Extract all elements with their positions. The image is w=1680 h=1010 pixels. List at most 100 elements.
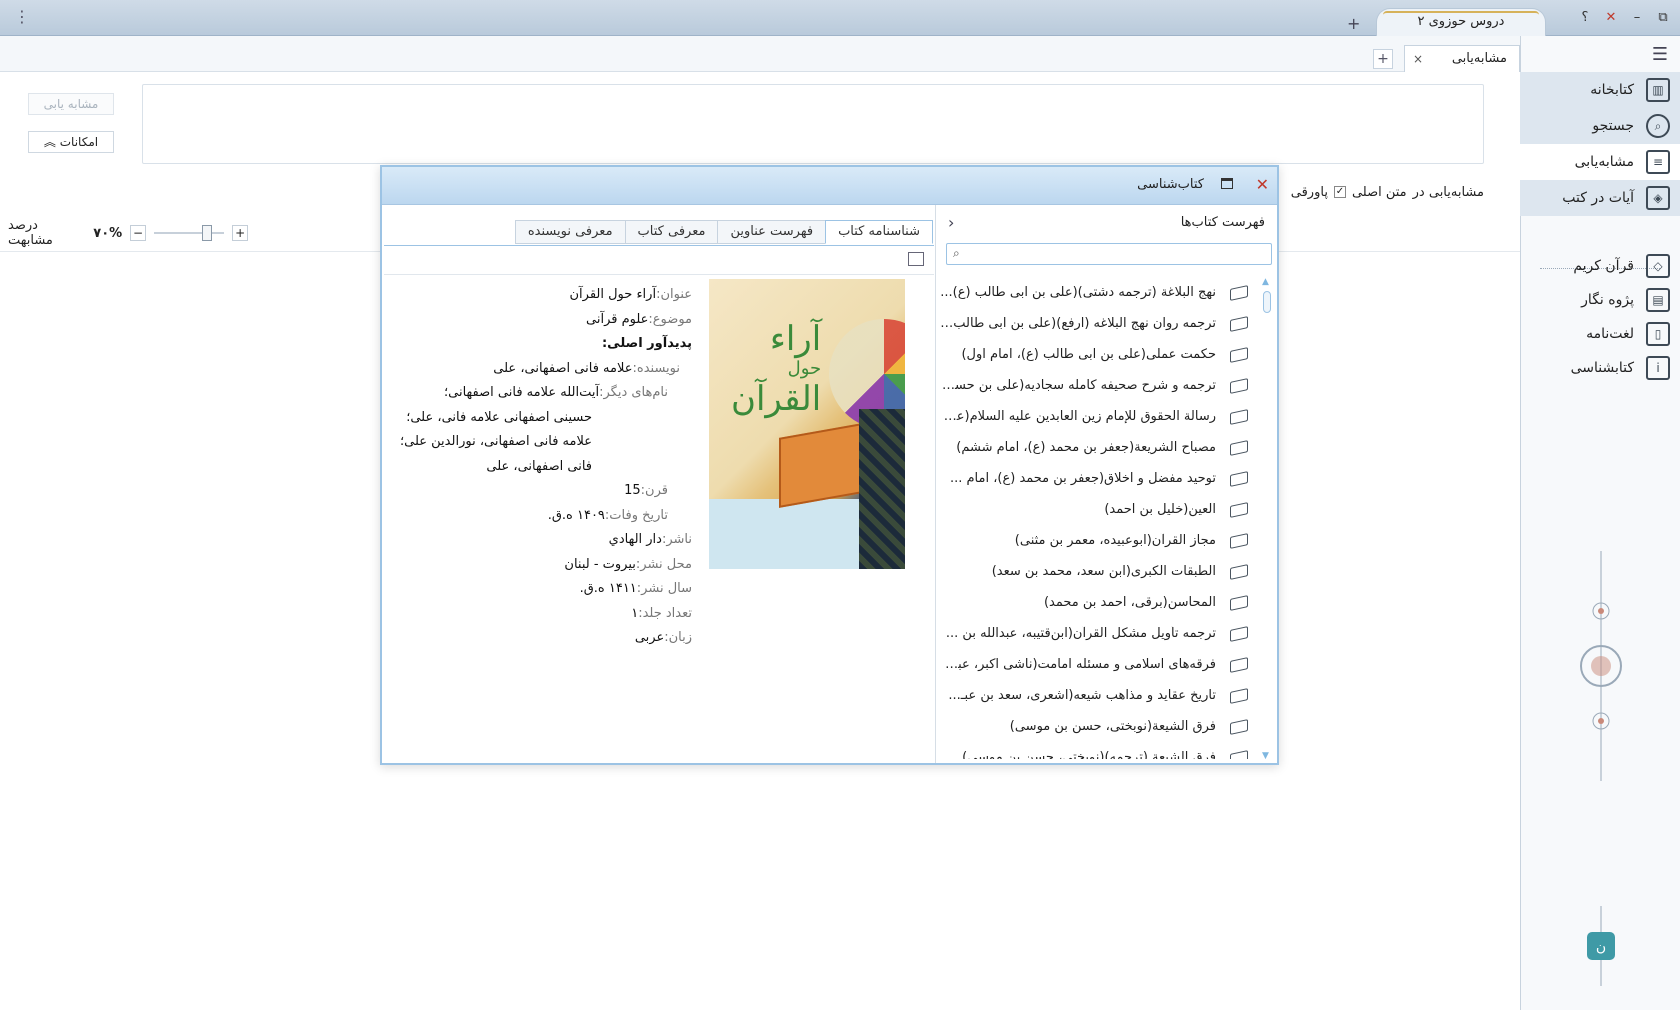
restore-window-button[interactable]: ⧉ bbox=[1650, 8, 1676, 28]
text-input-area[interactable] bbox=[142, 84, 1484, 164]
scroll-up-icon[interactable]: ▲ bbox=[1262, 277, 1269, 287]
help-icon[interactable]: ؟ bbox=[1572, 8, 1598, 28]
app-logo-icon: ن bbox=[1587, 906, 1615, 986]
list-item[interactable]: توحید مفضل و اخلاق(جعفر بن محمد (ع)، اما… bbox=[940, 463, 1258, 494]
svg-text:ن: ن bbox=[1596, 939, 1606, 955]
similarity-percent-control: درصد مشابهت ۷۰% − + bbox=[8, 218, 249, 248]
list-item[interactable]: ترجمه و شرح صحیفه کامله سجادیه(علی بن حس… bbox=[940, 370, 1258, 401]
detail-tabs: شناسنامه کتاب فهرست عناوین معرفی کتاب مع… bbox=[460, 220, 933, 244]
scope-label: مشابه‌یابی در bbox=[1412, 184, 1484, 200]
search-icon: ⌕ bbox=[953, 246, 960, 260]
list-scrollbar[interactable]: ▲ ▼ bbox=[1260, 277, 1274, 761]
list-item[interactable]: مصباح الشريعة(جعفر بن محمد (ع)، امام ششم… bbox=[940, 432, 1258, 463]
scroll-down-icon[interactable]: ▼ bbox=[1262, 751, 1269, 761]
sidebar-item-similarity[interactable]: ≡ مشابه‌یابی bbox=[1520, 144, 1680, 180]
sidebar-item-quran[interactable]: ◇ قرآن کریم bbox=[1520, 248, 1680, 284]
chevron-right-icon[interactable]: › bbox=[948, 213, 954, 232]
cover-title-line: القرآن bbox=[731, 379, 822, 419]
info-title: عنوان:آراء حول القرآن bbox=[569, 287, 693, 302]
bibliography-icon: i bbox=[1646, 356, 1670, 380]
info-century: قرن:15 bbox=[624, 483, 668, 498]
tab-book-identity[interactable]: شناسنامه کتاب bbox=[825, 220, 933, 244]
info-other-names: نام‌های دیگر:آیت‌الله علامه فانی اصفهانی… bbox=[444, 385, 668, 400]
book-icon bbox=[1230, 408, 1248, 425]
list-item[interactable]: رسالة الحقوق للإمام زين العابدين عليه ال… bbox=[940, 401, 1258, 432]
sidebar-item-research-notes[interactable]: ▤ پژوه نگار bbox=[1520, 282, 1680, 318]
dialog-title: کتاب‌شناسی bbox=[1137, 177, 1204, 192]
sidebar-item-library[interactable]: ▥ کتابخانه bbox=[1520, 72, 1680, 108]
list-item[interactable]: فرقه‌های اسلامی و مسئله امامت(ناشی اکبر،… bbox=[940, 649, 1258, 680]
book-title: مصباح الشريعة(جعفر بن محمد (ع)، امام ششم… bbox=[956, 440, 1216, 455]
sidebar-item-dictionary[interactable]: ▯ لغت‌نامه bbox=[1520, 316, 1680, 352]
book-title: توحید مفضل و اخلاق(جعفر بن محمد (ع)، اما… bbox=[949, 471, 1216, 486]
list-item[interactable]: فرق الشيعة (ترجمه)(نوبختی، حسن بن موسی) bbox=[940, 742, 1258, 759]
list-item[interactable]: ترجمه روان نهج البلاغه (ارفع)(علی بن ابی… bbox=[940, 308, 1258, 339]
list-item[interactable]: الطبقات الكبرى(ابن سعد، محمد بن سعد) bbox=[940, 556, 1258, 587]
sidebar-item-label: کتابخانه bbox=[1590, 82, 1634, 98]
dialog-title-bar[interactable]: کتاب‌شناسی ✕ bbox=[382, 167, 1277, 205]
cover-title-line: آراء bbox=[769, 319, 822, 359]
dictionary-icon: ▯ bbox=[1646, 322, 1670, 346]
dialog-maximize-button[interactable] bbox=[1221, 178, 1233, 189]
book-list-panel: فهرست کتاب‌ها › ⌕ نهج البلاغة (ترجمه دشت… bbox=[935, 205, 1277, 763]
book-title: فرق الشيعة(نوبختی، حسن بن موسی) bbox=[1009, 719, 1216, 734]
similarity-slider[interactable] bbox=[153, 225, 225, 241]
new-document-tab-button[interactable]: + bbox=[1347, 14, 1360, 33]
list-item[interactable]: المحاسن(برقی، احمد بن محمد) bbox=[940, 587, 1258, 618]
scroll-thumb[interactable] bbox=[1263, 291, 1271, 313]
sidebar-item-bibliography[interactable]: i کتابشناسی bbox=[1520, 350, 1680, 386]
copy-details-icon[interactable] bbox=[908, 252, 924, 266]
dialog-close-button[interactable]: ✕ bbox=[1256, 175, 1269, 194]
list-item[interactable]: مجاز القرآن(ابوعبیده، معمر بن مثنی) bbox=[940, 525, 1258, 556]
cover-title-line: حول bbox=[787, 358, 822, 379]
list-item[interactable]: حکمت عملی(علی بن ابی طالب (ع)، امام اول) bbox=[940, 339, 1258, 370]
cover-decoration bbox=[859, 409, 905, 569]
list-item[interactable]: فرق الشيعة(نوبختی، حسن بن موسی) bbox=[940, 711, 1258, 742]
tab-similarity[interactable]: مشابه‌یابی × bbox=[1404, 45, 1520, 72]
info-death-date: تاریخ وفات:۱۴۰۹ ه.ق. bbox=[547, 507, 668, 523]
features-button[interactable]: امکانات ︽ bbox=[28, 131, 114, 153]
book-icon bbox=[1230, 687, 1248, 704]
sidebar-item-search[interactable]: ⌕ جستجو bbox=[1520, 108, 1680, 144]
tab-ornament bbox=[1383, 11, 1539, 15]
increase-similarity-button[interactable]: + bbox=[232, 225, 249, 241]
tab-author-intro[interactable]: معرفی نویسنده bbox=[514, 220, 626, 244]
scope-main-text-label: متن اصلی bbox=[1351, 184, 1407, 200]
close-window-button[interactable]: ✕ bbox=[1598, 8, 1624, 28]
list-item[interactable]: تاریخ عقاید و مذاهب شیعه(اشعری، سعد بن ع… bbox=[940, 680, 1258, 711]
search-icon: ⌕ bbox=[1646, 114, 1670, 138]
book-icon bbox=[1230, 656, 1248, 673]
tab-table-of-contents[interactable]: فهرست عناوین bbox=[717, 220, 827, 244]
document-tab[interactable]: دروس حوزوی ۲ bbox=[1376, 8, 1546, 36]
list-item[interactable]: العين(خلیل بن احمد) bbox=[940, 494, 1258, 525]
main-text-checkbox[interactable]: ✓ bbox=[1333, 186, 1346, 198]
tool-tab-strip: + مشابه‌یابی × bbox=[0, 36, 1520, 72]
add-tab-button[interactable]: + bbox=[1373, 49, 1393, 69]
list-item[interactable]: نهج البلاغة (ترجمه دشتی)(علی بن ابی طالب… bbox=[940, 277, 1258, 308]
decrease-similarity-button[interactable]: − bbox=[130, 225, 146, 241]
list-item[interactable]: ترجمه تأويل مشكل القرآن(ابن‌قتیبه، عبدال… bbox=[940, 618, 1258, 649]
tab-similarity-label: مشابه‌یابی bbox=[1451, 51, 1507, 66]
sidebar-item-verses-in-books[interactable]: ◈ آیات در کتب bbox=[1520, 180, 1680, 216]
book-search-input[interactable]: ⌕ bbox=[946, 243, 1272, 265]
chevron-up-icon: ︽ bbox=[43, 135, 56, 149]
book-title: ترجمه و شرح صحیفه کامله سجادیه(علی بن حس… bbox=[940, 378, 1216, 393]
slider-knob[interactable] bbox=[201, 225, 212, 241]
tab-close-icon[interactable]: × bbox=[1413, 46, 1423, 72]
minimize-window-button[interactable]: – bbox=[1624, 8, 1650, 28]
hamburger-menu-icon[interactable]: ☰ bbox=[1652, 44, 1668, 65]
quran-icon: ◇ bbox=[1646, 254, 1670, 278]
book-list: نهج البلاغة (ترجمه دشتی)(علی بن ابی طالب… bbox=[940, 277, 1258, 759]
book-icon bbox=[1230, 749, 1248, 759]
info-author: نویسنده:علامه فانی اصفهانی، علی bbox=[493, 360, 680, 376]
find-similar-button[interactable]: مشابه یابی bbox=[28, 93, 114, 115]
tab-book-intro[interactable]: معرفی کتاب bbox=[624, 220, 719, 244]
app-menu-icon[interactable]: ⋮ bbox=[14, 7, 30, 26]
sidebar-item-label: آیات در کتب bbox=[1562, 190, 1634, 206]
sidebar-item-label: جستجو bbox=[1592, 118, 1634, 134]
info-language: زبان:عربی bbox=[634, 630, 692, 645]
book-title: حکمت عملی(علی بن ابی طالب (ع)، امام اول) bbox=[961, 347, 1216, 362]
detail-toolbar bbox=[384, 245, 934, 275]
book-icon bbox=[1230, 439, 1248, 456]
info-place: محل نشر:بيروت - لبنان bbox=[564, 556, 692, 572]
